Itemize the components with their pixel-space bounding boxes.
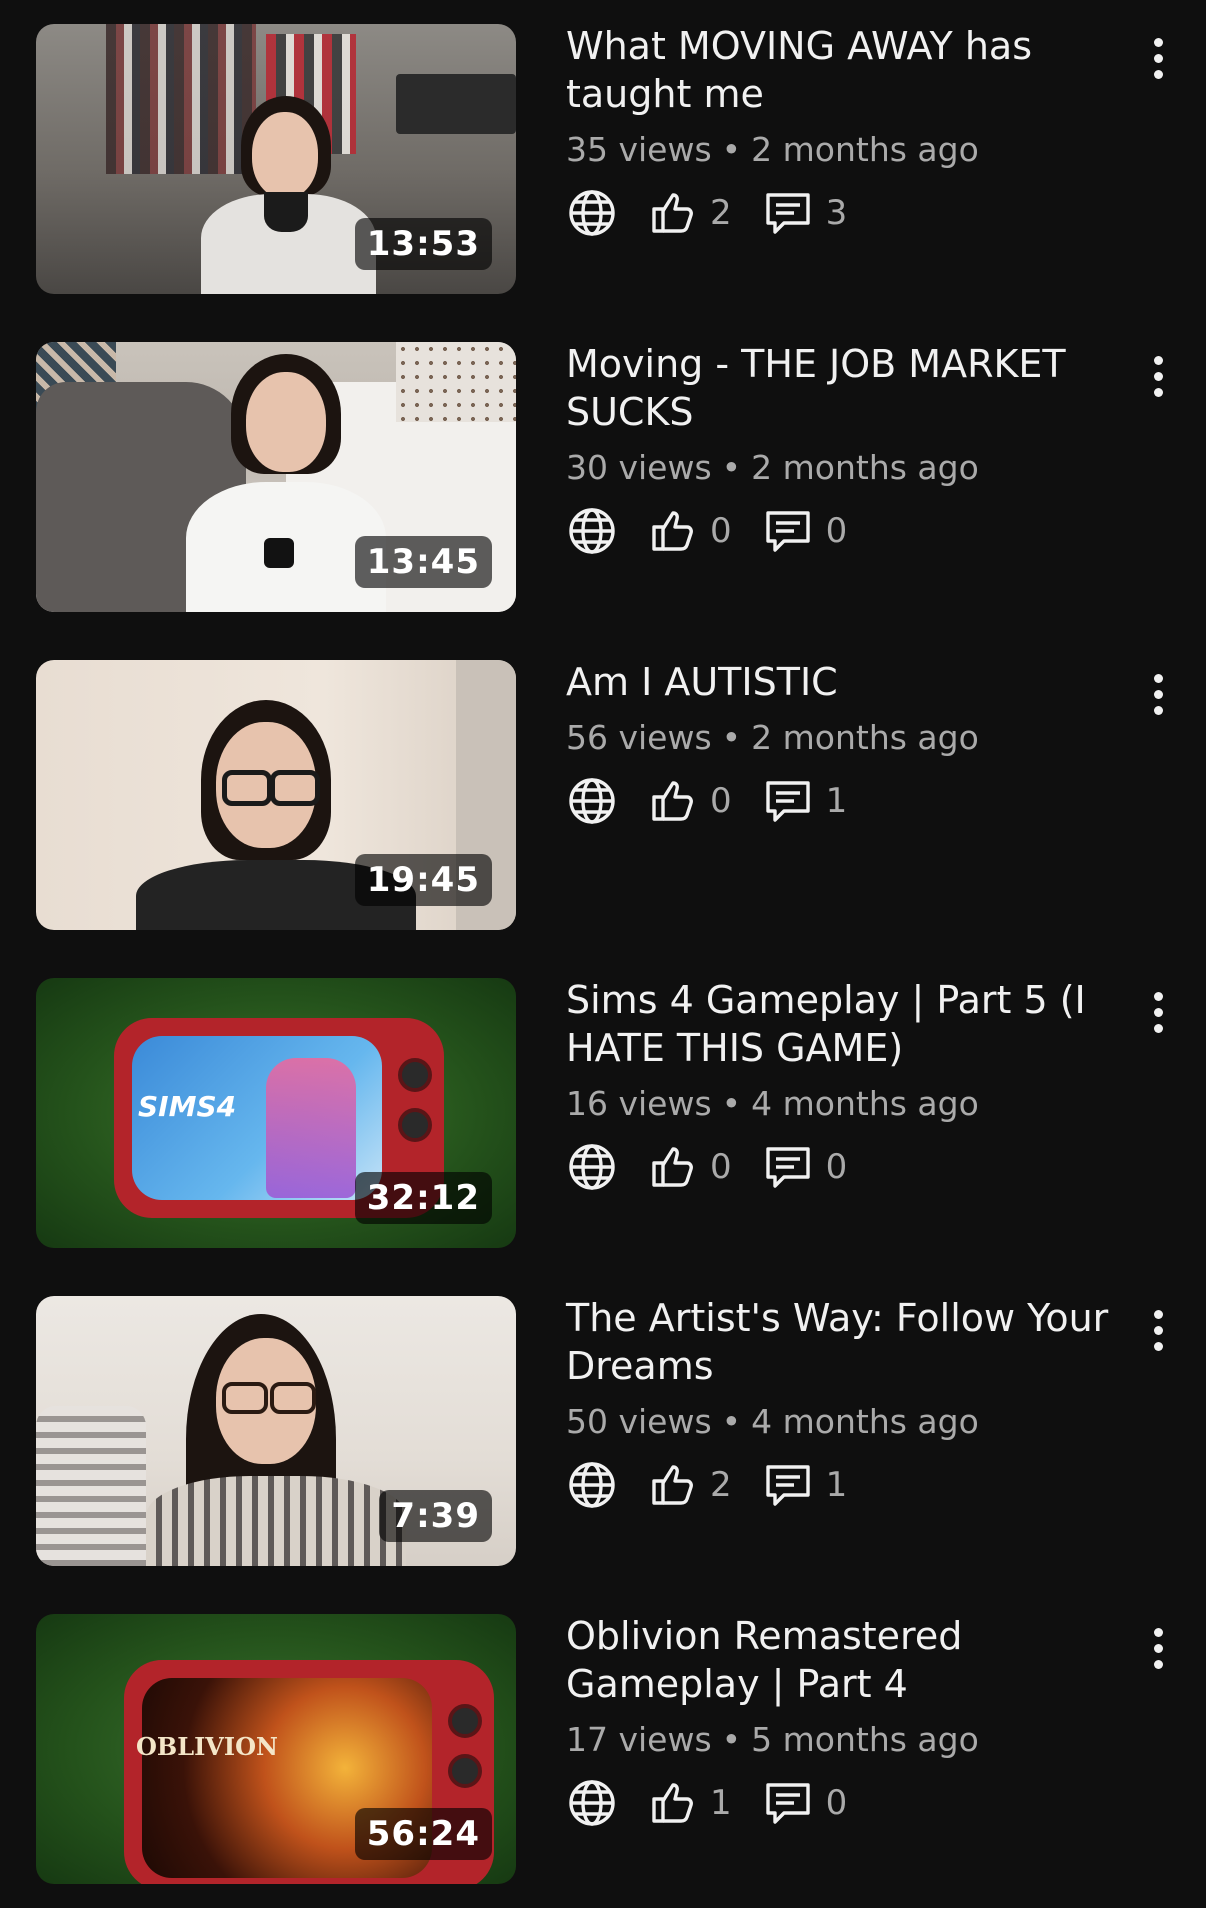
video-info: Moving - THE JOB MARKET SUCKS 30 views • 2… xyxy=(566,340,1136,560)
video-item[interactable]: 13:45 Moving - THE JOB MARKET SUCKS 30 v… xyxy=(0,318,1206,636)
meta-separator: • xyxy=(721,130,742,169)
video-thumbnail[interactable]: SIMS4 32:12 xyxy=(36,978,516,1248)
video-title[interactable]: What MOVING AWAY has taught me xyxy=(566,22,1136,118)
thumbs-up-icon xyxy=(646,187,698,239)
meta-separator: • xyxy=(721,1720,742,1759)
meta-separator: • xyxy=(721,1402,742,1441)
video-stats: 2 1 xyxy=(566,1456,1136,1514)
video-meta: 17 views • 5 months ago xyxy=(566,1718,1136,1762)
comment-count: 0 xyxy=(825,1147,848,1187)
view-count: 16 views xyxy=(566,1084,712,1123)
video-list: 13:53 What MOVING AWAY has taught me 35 … xyxy=(0,0,1206,1908)
video-duration: 32:12 xyxy=(354,1172,492,1224)
comment-count: 3 xyxy=(825,193,848,233)
comment-count: 0 xyxy=(825,1783,848,1823)
video-info: Oblivion Remastered Gameplay | Part 4 17… xyxy=(566,1612,1136,1832)
comment-count: 0 xyxy=(825,511,848,551)
like-count: 2 xyxy=(710,1465,732,1505)
comment-count: 1 xyxy=(825,781,848,821)
video-title[interactable]: Moving - THE JOB MARKET SUCKS xyxy=(566,340,1136,436)
globe-icon xyxy=(566,775,618,827)
comment-icon xyxy=(762,505,814,557)
video-duration: 13:53 xyxy=(354,218,492,270)
more-vertical-icon[interactable] xyxy=(1138,28,1178,88)
video-meta: 50 views • 4 months ago xyxy=(566,1400,1136,1444)
video-title[interactable]: The Artist's Way: Follow Your Dreams xyxy=(566,1294,1136,1390)
view-count: 56 views xyxy=(566,718,712,757)
view-count: 17 views xyxy=(566,1720,712,1759)
like-count: 2 xyxy=(710,193,732,233)
video-meta: 35 views • 2 months ago xyxy=(566,128,1136,172)
video-stats: 0 0 xyxy=(566,1138,1136,1196)
thumbs-up-icon xyxy=(646,775,698,827)
comment-icon xyxy=(762,1459,814,1511)
video-stats: 0 0 xyxy=(566,502,1136,560)
globe-icon xyxy=(566,505,618,557)
upload-age: 4 months ago xyxy=(751,1084,979,1123)
meta-separator: • xyxy=(721,1084,742,1123)
video-info: What MOVING AWAY has taught me 35 views •… xyxy=(566,22,1136,242)
globe-icon xyxy=(566,1141,618,1193)
upload-age: 5 months ago xyxy=(751,1720,979,1759)
video-title[interactable]: Am I AUTISTIC xyxy=(566,658,1136,706)
video-meta: 30 views • 2 months ago xyxy=(566,446,1136,490)
thumbnail-logo-text: SIMS4 xyxy=(138,1090,237,1123)
meta-separator: • xyxy=(721,718,742,757)
upload-age: 4 months ago xyxy=(751,1402,979,1441)
video-duration: 13:45 xyxy=(354,536,492,588)
more-vertical-icon[interactable] xyxy=(1138,346,1178,406)
video-info: Am I AUTISTIC 56 views • 2 months ago 0 1 xyxy=(566,658,1136,830)
video-item[interactable]: 7:39 The Artist's Way: Follow Your Dream… xyxy=(0,1272,1206,1590)
comment-count: 1 xyxy=(825,1465,848,1505)
video-item[interactable]: 19:45 Am I AUTISTIC 56 views • 2 months ag… xyxy=(0,636,1206,954)
video-info: Sims 4 Gameplay | Part 5 (I HATE THIS GA… xyxy=(566,976,1136,1196)
thumbs-up-icon xyxy=(646,1141,698,1193)
more-vertical-icon[interactable] xyxy=(1138,1300,1178,1360)
more-vertical-icon[interactable] xyxy=(1138,1618,1178,1678)
globe-icon xyxy=(566,1777,618,1829)
upload-age: 2 months ago xyxy=(751,448,979,487)
video-item[interactable]: 13:53 What MOVING AWAY has taught me 35 … xyxy=(0,0,1206,318)
video-meta: 56 views • 2 months ago xyxy=(566,716,1136,760)
thumbs-up-icon xyxy=(646,505,698,557)
video-thumbnail[interactable]: 7:39 xyxy=(36,1296,516,1566)
video-meta: 16 views • 4 months ago xyxy=(566,1082,1136,1126)
meta-separator: • xyxy=(721,448,742,487)
globe-icon xyxy=(566,1459,618,1511)
video-item[interactable]: OBLIVION 56:24 Oblivion Remastered Gamep… xyxy=(0,1590,1206,1908)
video-stats: 1 0 xyxy=(566,1774,1136,1832)
video-thumbnail[interactable]: 13:53 xyxy=(36,24,516,294)
comment-icon xyxy=(762,775,814,827)
upload-age: 2 months ago xyxy=(751,130,979,169)
globe-icon xyxy=(566,187,618,239)
comment-icon xyxy=(762,187,814,239)
view-count: 30 views xyxy=(566,448,712,487)
like-count: 1 xyxy=(710,1783,732,1823)
video-title[interactable]: Sims 4 Gameplay | Part 5 (I HATE THIS GA… xyxy=(566,976,1136,1072)
like-count: 0 xyxy=(710,1147,732,1187)
comment-icon xyxy=(762,1141,814,1193)
thumbs-up-icon xyxy=(646,1777,698,1829)
video-thumbnail[interactable]: OBLIVION 56:24 xyxy=(36,1614,516,1884)
more-vertical-icon[interactable] xyxy=(1138,664,1178,724)
upload-age: 2 months ago xyxy=(751,718,979,757)
video-stats: 2 3 xyxy=(566,184,1136,242)
video-duration: 7:39 xyxy=(379,1490,492,1542)
view-count: 50 views xyxy=(566,1402,712,1441)
video-duration: 56:24 xyxy=(354,1808,492,1860)
video-thumbnail[interactable]: 19:45 xyxy=(36,660,516,930)
like-count: 0 xyxy=(710,511,732,551)
video-stats: 0 1 xyxy=(566,772,1136,830)
comment-icon xyxy=(762,1777,814,1829)
video-title[interactable]: Oblivion Remastered Gameplay | Part 4 xyxy=(566,1612,1136,1708)
video-duration: 19:45 xyxy=(354,854,492,906)
like-count: 0 xyxy=(710,781,732,821)
video-thumbnail[interactable]: 13:45 xyxy=(36,342,516,612)
more-vertical-icon[interactable] xyxy=(1138,982,1178,1042)
thumbnail-logo-text: OBLIVION xyxy=(136,1732,278,1761)
video-item[interactable]: SIMS4 32:12 Sims 4 Gameplay | Part 5 (I … xyxy=(0,954,1206,1272)
thumbs-up-icon xyxy=(646,1459,698,1511)
view-count: 35 views xyxy=(566,130,712,169)
video-info: The Artist's Way: Follow Your Dreams 50 … xyxy=(566,1294,1136,1514)
